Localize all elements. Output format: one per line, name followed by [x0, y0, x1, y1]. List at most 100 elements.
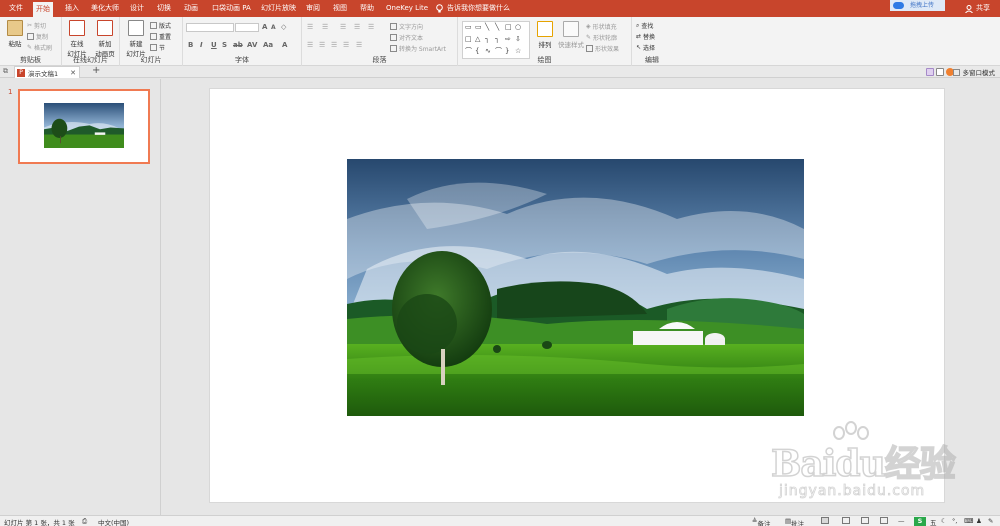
- shapes-gallery[interactable]: ▭ ▭ ╲ ╲ □ ○ □ △ ┐ ┐ ⇨ ⇩ ⌒ { ∿ ⌒ } ☆: [462, 21, 530, 59]
- close-tab-icon[interactable]: ✕: [70, 69, 76, 77]
- tell-me-box[interactable]: 告诉我你想要做什么: [436, 0, 510, 17]
- tab-home[interactable]: 开始: [33, 2, 53, 17]
- shadow-button[interactable]: S: [222, 41, 227, 49]
- smartart-button[interactable]: 转换为 SmartArt: [390, 44, 446, 53]
- italic-button[interactable]: I: [200, 41, 203, 49]
- paste-button[interactable]: 粘贴: [2, 20, 28, 48]
- tab-animations[interactable]: 动画: [181, 0, 201, 17]
- grow-font-button[interactable]: A: [262, 23, 267, 31]
- settings-icon[interactable]: [936, 68, 944, 76]
- document-tab[interactable]: P 演示文稿1 ✕: [14, 66, 80, 78]
- tab-help[interactable]: 帮助: [357, 0, 377, 17]
- upload-button[interactable]: 拖拽上传: [890, 0, 945, 11]
- arrange-button[interactable]: 排列: [532, 21, 558, 49]
- strikethrough-button[interactable]: ab: [233, 41, 243, 49]
- online-slide-button[interactable]: 在线 幻灯片: [64, 20, 90, 58]
- font-color-button[interactable]: A: [282, 41, 287, 49]
- doc-list-icon[interactable]: ⧉: [3, 67, 8, 76]
- reading-view-icon[interactable]: [861, 517, 869, 524]
- bullets-icon[interactable]: ☰: [307, 23, 313, 31]
- layout-button[interactable]: 版式: [150, 21, 171, 30]
- wrench-icon[interactable]: ✎: [988, 517, 993, 525]
- ime-moon-icon[interactable]: ☾: [941, 517, 947, 525]
- format-painter-button[interactable]: ✎ 格式刷: [27, 43, 52, 52]
- keyboard-icon[interactable]: ⌨: [964, 517, 973, 525]
- new-slide-button[interactable]: 新建 幻灯片: [123, 20, 149, 58]
- connector-shape-icon[interactable]: ┐: [485, 36, 489, 43]
- line2-shape-icon[interactable]: ╲: [495, 24, 499, 31]
- tab-onekey[interactable]: OneKey Lite: [383, 0, 431, 17]
- quick-styles-button[interactable]: 快速样式: [556, 21, 586, 49]
- notes-button[interactable]: ≜ 备注: [752, 517, 770, 526]
- select-button[interactable]: ↖ 选择: [636, 43, 655, 52]
- normal-view-icon[interactable]: [821, 517, 829, 524]
- tab-design[interactable]: 设计: [127, 0, 147, 17]
- rect2-shape-icon[interactable]: □: [465, 36, 472, 43]
- curve-shape-icon[interactable]: ∿: [485, 48, 491, 55]
- tab-pocket-animation[interactable]: 口袋动画 PA: [209, 0, 254, 17]
- zoom-icon[interactable]: [926, 68, 934, 76]
- multi-window-button[interactable]: 多窗口模式: [952, 67, 995, 77]
- shape-effects-button[interactable]: 形状效果: [586, 44, 619, 53]
- tab-beautify-master[interactable]: 美化大师: [88, 0, 122, 17]
- ime-punct-icon[interactable]: °,: [952, 517, 957, 525]
- line-shape-icon[interactable]: ╲: [485, 24, 489, 31]
- align-left-icon[interactable]: ☰: [307, 41, 313, 49]
- triangle-shape-icon[interactable]: △: [475, 36, 480, 43]
- brace-shape-icon[interactable]: {: [475, 48, 479, 55]
- arrow-down-shape-icon[interactable]: ⇩: [515, 36, 521, 43]
- justify-icon[interactable]: ☰: [343, 41, 349, 49]
- oval-shape-icon[interactable]: ○: [515, 24, 521, 31]
- language-status[interactable]: 中文(中国): [98, 517, 129, 526]
- ime-wubi-icon[interactable]: 五: [930, 517, 937, 526]
- slide-canvas[interactable]: Baidu经验 jingyan.baidu.com: [209, 88, 957, 503]
- replace-button[interactable]: ⇄ 替换: [636, 32, 655, 41]
- char-spacing-button[interactable]: AV: [247, 41, 257, 49]
- columns-icon[interactable]: ☰: [356, 41, 362, 49]
- tab-insert[interactable]: 插入: [62, 0, 82, 17]
- comments-button[interactable]: ▤ 批注: [785, 517, 804, 526]
- shape-outline-button[interactable]: ✎ 形状轮廓: [586, 33, 617, 42]
- change-case-button[interactable]: Aa: [263, 41, 273, 49]
- find-button[interactable]: ⌕ 查找: [636, 21, 653, 31]
- font-size-combo[interactable]: [235, 23, 259, 32]
- tab-slideshow[interactable]: 幻灯片放映: [258, 0, 299, 17]
- align-right-icon[interactable]: ☰: [331, 41, 337, 49]
- tab-file[interactable]: 文件: [6, 0, 26, 17]
- sorter-view-icon[interactable]: [842, 517, 850, 524]
- slide-thumbnail[interactable]: [18, 89, 150, 164]
- shrink-font-button[interactable]: A: [271, 24, 276, 31]
- ime-skin-icon[interactable]: ♟: [976, 517, 982, 525]
- line-spacing-icon[interactable]: ☰: [368, 23, 374, 31]
- slideshow-view-icon[interactable]: [880, 517, 888, 524]
- star-shape-icon[interactable]: ☆: [515, 48, 521, 55]
- tab-transitions[interactable]: 切换: [154, 0, 174, 17]
- align-center-icon[interactable]: ☰: [319, 41, 325, 49]
- reset-button[interactable]: 重置: [150, 32, 171, 41]
- outdent-icon[interactable]: ☰: [354, 23, 360, 31]
- bold-button[interactable]: B: [188, 41, 193, 49]
- copy-button[interactable]: 复制: [27, 32, 48, 41]
- freeform-shape-icon[interactable]: ⌒: [465, 48, 472, 55]
- vtextbox-shape-icon[interactable]: ▭: [475, 24, 482, 31]
- align-text-button[interactable]: 对齐文本: [390, 33, 423, 42]
- new-tab-icon[interactable]: +: [92, 65, 100, 76]
- slide-landscape-image[interactable]: [347, 159, 804, 416]
- ime-icon[interactable]: S: [914, 517, 926, 526]
- cut-button[interactable]: ✂ 剪切: [27, 21, 46, 30]
- font-name-combo[interactable]: [186, 23, 234, 32]
- zoom-out-icon[interactable]: —: [898, 517, 905, 525]
- clear-format-icon[interactable]: ◇: [281, 23, 286, 31]
- underline-button[interactable]: U: [211, 41, 217, 49]
- new-anim-page-button[interactable]: 新加 动画页: [92, 20, 118, 58]
- text-direction-button[interactable]: 文字方向: [390, 22, 423, 31]
- arrow-right-shape-icon[interactable]: ⇨: [505, 36, 511, 43]
- share-button[interactable]: 共享: [965, 0, 990, 17]
- indent-icon[interactable]: ☰: [340, 23, 346, 31]
- elbow-shape-icon[interactable]: ┐: [495, 36, 499, 43]
- spellcheck-icon[interactable]: ⎙: [82, 517, 87, 526]
- brace2-shape-icon[interactable]: }: [505, 48, 509, 55]
- textbox-shape-icon[interactable]: ▭: [465, 24, 472, 31]
- numbering-icon[interactable]: ☰: [322, 23, 328, 31]
- tab-review[interactable]: 审阅: [303, 0, 323, 17]
